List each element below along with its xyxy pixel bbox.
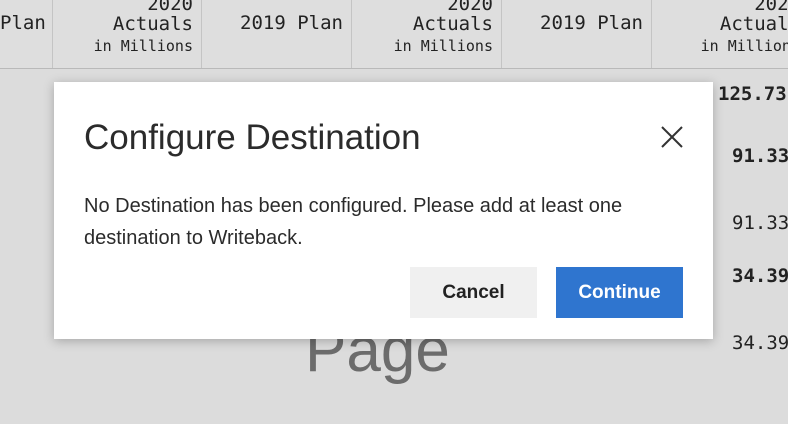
column-header-2020-actuals[interactable]: 2020 Actuals in Millions (53, 0, 202, 68)
configure-destination-dialog: Configure Destination No Destination has… (54, 82, 713, 339)
column-header-label: 2019 Plan (240, 12, 343, 34)
table-header: Plan 2020 Actuals in Millions 2019 Plan … (0, 0, 788, 69)
table-cell: 34.39 (732, 265, 788, 287)
column-header-plan[interactable]: Plan (0, 0, 53, 68)
cancel-button[interactable]: Cancel (410, 267, 537, 318)
column-header-label: Actuals (719, 13, 788, 35)
column-header-label: Plan (0, 12, 46, 34)
column-header-2019-plan[interactable]: 2019 Plan (502, 0, 652, 68)
table-cell: 34.39 (732, 332, 788, 354)
column-header-label: Actuals (112, 13, 193, 35)
column-header-unit: in Millions (700, 37, 788, 55)
cancel-button-label: Cancel (442, 281, 505, 303)
continue-button-label: Continue (578, 281, 661, 303)
column-header-2020-actuals[interactable]: 2020 Actuals in Millions (352, 0, 502, 68)
column-header-2020-actuals[interactable]: 2020 Actuals in Millions (652, 0, 788, 68)
column-header-label: Actuals (412, 13, 493, 35)
close-icon[interactable] (657, 122, 687, 152)
table-cell: 91.33 (732, 145, 788, 167)
dialog-title: Configure Destination (84, 118, 421, 157)
column-header-2019-plan[interactable]: 2019 Plan (202, 0, 352, 68)
table-cell: 125.73 (718, 83, 787, 105)
column-header-unit: in Millions (393, 37, 493, 55)
continue-button[interactable]: Continue (556, 267, 683, 318)
dialog-message: No Destination has been configured. Plea… (84, 195, 623, 249)
column-header-unit: in Millions (93, 37, 193, 55)
column-header-label: 2019 Plan (540, 12, 643, 34)
table-cell: 91.33 (732, 212, 788, 234)
